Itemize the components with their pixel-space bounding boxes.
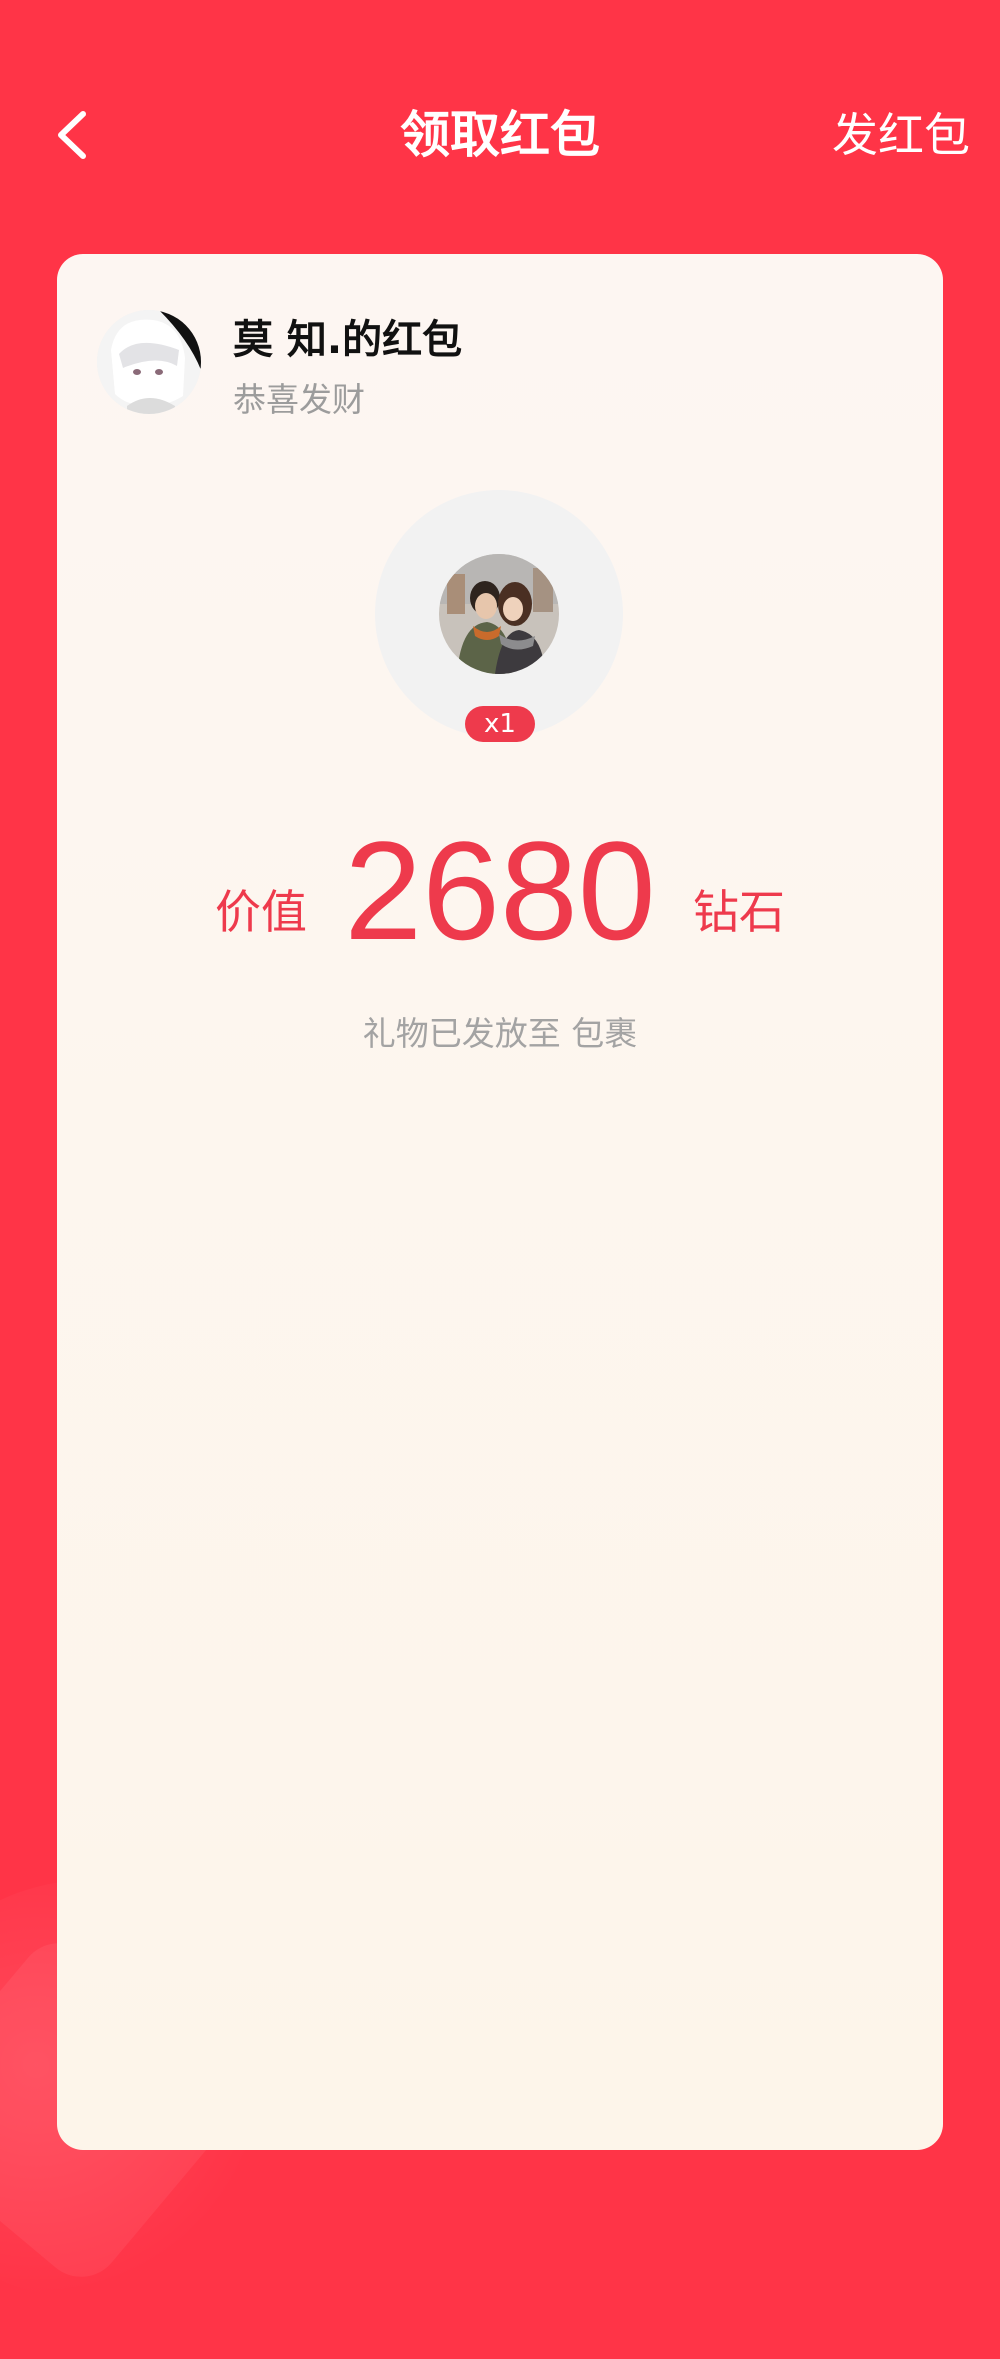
gift-quantity-badge: x1 — [465, 706, 535, 742]
value-amount: 2680 — [344, 812, 656, 969]
top-bar: 领取红包 发红包 — [0, 0, 1000, 260]
delivery-note: 礼物已发放至 包裹 — [362, 1014, 638, 1053]
sender-avatar[interactable] — [97, 310, 201, 414]
sender-name: 莫 知.的红包 — [233, 317, 463, 363]
red-packet-card: 莫 知.的红包 恭喜发财 x1 价值 2680 钻石 礼物已发放至 包裹 — [57, 254, 943, 2150]
send-red-packet-button[interactable]: 发红包 — [832, 100, 970, 170]
blessing-text: 恭喜发财 — [233, 380, 365, 419]
value-unit: 钻石 — [693, 885, 785, 939]
gift-image — [439, 554, 559, 674]
